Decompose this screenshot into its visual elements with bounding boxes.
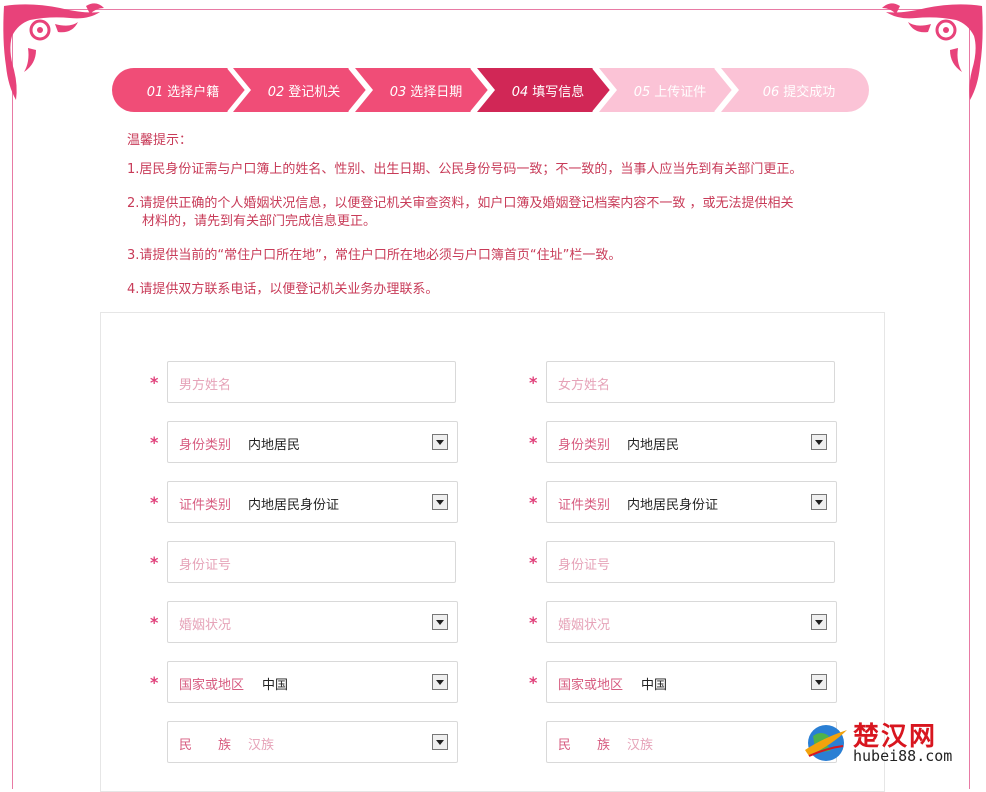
field-label: 证件类别 [179,498,232,513]
step-number: 02 [267,84,285,100]
placeholder: 男方姓名 [179,378,232,393]
dropdown-arrow-icon[interactable] [432,614,448,630]
step-number: 04 [511,84,529,100]
required-mark: * [150,673,159,692]
dropdown-arrow-icon[interactable] [432,494,448,510]
female-cert-type-select[interactable]: 证件类别 内地居民身份证 [546,481,837,523]
step-1[interactable]: 01 选择户籍 [112,68,246,112]
required-mark: * [529,433,538,452]
step-number: 06 [762,84,780,100]
required-mark: * [150,373,159,392]
step-3[interactable]: 03 选择日期 [355,68,489,112]
step-2[interactable]: 02 登记机关 [233,68,367,112]
dropdown-arrow-icon[interactable] [432,434,448,450]
selected-value: 汉族 [248,738,275,753]
notice-item-2-cont: 材料的，请先到有关部门完成信息更正。 [142,214,377,229]
placeholder: 婚姻状况 [558,618,611,633]
field-label: 证件类别 [558,498,611,513]
step-label: 上传证件 [654,84,707,100]
dropdown-arrow-icon[interactable] [811,434,827,450]
female-name-input[interactable]: 女方姓名 [546,361,835,403]
notice-item-1: 1.居民身份证需与户口簿上的姓名、性别、出生日期、公民身份号码一致；不一致的，当… [127,162,803,177]
site-watermark: 楚汉网 hubei88.com [803,718,978,768]
step-label: 选择日期 [410,84,463,100]
step-4-active[interactable]: 04 填写信息 [477,68,611,112]
corner-ornament-left [3,3,104,100]
required-mark: * [529,613,538,632]
placeholder: 身份证号 [179,558,232,573]
selected-value: 中国 [641,678,668,693]
female-id-type-select[interactable]: 身份类别 内地居民 [546,421,837,463]
required-mark: * [529,373,538,392]
step-label: 填写信息 [532,84,585,100]
notice-title: 温馨提示： [127,133,193,148]
step-label: 登记机关 [288,84,341,100]
dropdown-arrow-icon[interactable] [432,674,448,690]
male-ethnic-select[interactable]: 民 族 汉族 [167,721,458,763]
progress-steps: 01 选择户籍 02 登记机关 03 选择日期 04 填写信息 05 上传证件 06 提交成… [112,68,869,112]
required-mark: * [150,553,159,572]
male-name-input[interactable]: 男方姓名 [167,361,456,403]
watermark-en: hubei88.com [853,747,953,765]
male-id-number-input[interactable]: 身份证号 [167,541,456,583]
male-marital-select[interactable]: 婚姻状况 [167,601,458,643]
required-mark: * [150,433,159,452]
step-5[interactable]: 05 上传证件 [599,68,733,112]
female-marital-select[interactable]: 婚姻状况 [546,601,837,643]
male-cert-type-select[interactable]: 证件类别 内地居民身份证 [167,481,458,523]
selected-value: 内地居民身份证 [248,498,340,513]
required-mark: * [150,613,159,632]
selected-value: 中国 [262,678,289,693]
field-label: 身份类别 [558,438,611,453]
step-6[interactable]: 06 提交成功 [721,68,869,112]
field-label: 身份类别 [179,438,232,453]
dropdown-arrow-icon[interactable] [811,674,827,690]
dropdown-arrow-icon[interactable] [811,614,827,630]
step-label: 提交成功 [783,84,836,100]
notice-item-4: 4.请提供双方联系电话，以便登记机关业务办理联系。 [127,282,439,297]
required-mark: * [529,493,538,512]
male-country-select[interactable]: 国家或地区 中国 [167,661,458,703]
female-ethnic-select[interactable]: 民 族 汉族 [546,721,837,763]
selected-value: 内地居民身份证 [627,498,719,513]
field-label: 国家或地区 [179,678,245,693]
dropdown-arrow-icon[interactable] [432,734,448,750]
field-label: 民 族 [179,738,232,753]
field-label: 民 族 [558,738,611,753]
corner-ornament-right [882,3,983,100]
placeholder: 婚姻状况 [179,618,232,633]
required-mark: * [529,553,538,572]
globe-logo-icon [805,725,847,761]
female-country-select[interactable]: 国家或地区 中国 [546,661,837,703]
required-mark: * [529,673,538,692]
male-id-type-select[interactable]: 身份类别 内地居民 [167,421,458,463]
step-number: 01 [146,84,164,100]
step-number: 03 [389,84,407,100]
notice-item-3: 3.请提供当前的“常住户口所在地”，常住户口所在地必须与户口簿首页“住址”栏一致… [127,248,622,263]
step-label: 选择户籍 [167,84,220,100]
selected-value: 内地居民 [627,438,680,453]
notice-item-2: 2.请提供正确的个人婚姻状况信息，以便登记机关审查资料，如户口簿及婚姻登记档案内… [127,196,794,211]
dropdown-arrow-icon[interactable] [811,494,827,510]
placeholder: 身份证号 [558,558,611,573]
female-id-number-input[interactable]: 身份证号 [546,541,835,583]
selected-value: 内地居民 [248,438,301,453]
selected-value: 汉族 [627,738,654,753]
field-label: 国家或地区 [558,678,624,693]
step-number: 05 [633,84,651,100]
required-mark: * [150,493,159,512]
placeholder: 女方姓名 [558,378,611,393]
